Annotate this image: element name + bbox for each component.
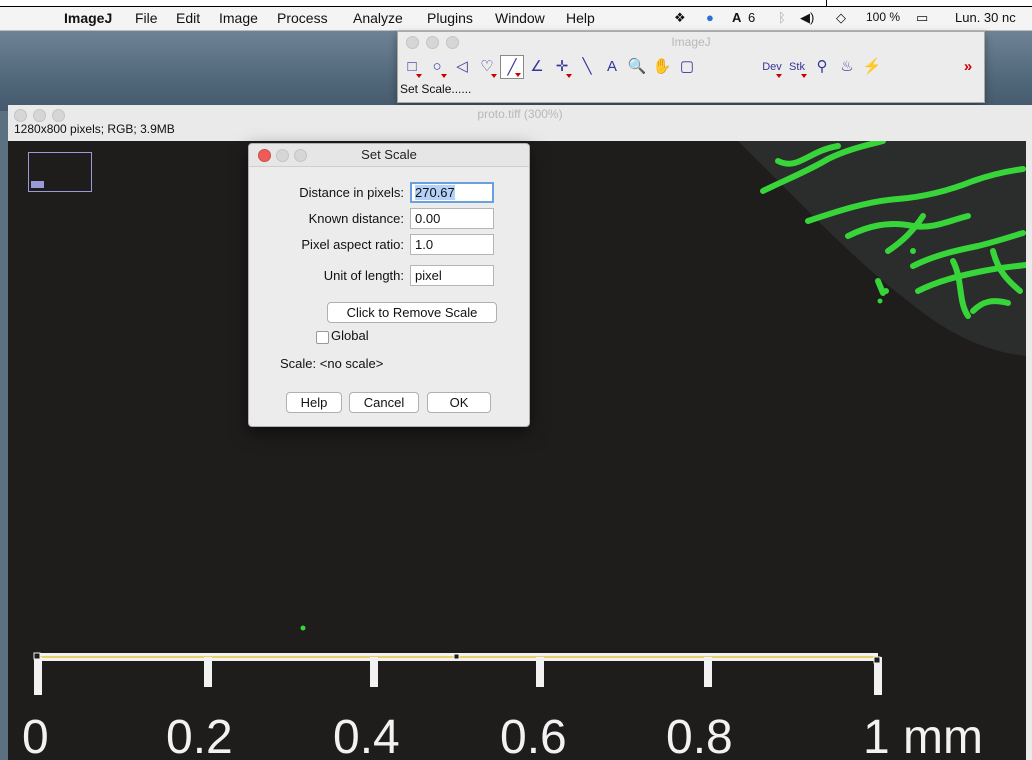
- rectangle-tool-icon[interactable]: □: [400, 55, 424, 79]
- cancel-button[interactable]: Cancel: [349, 392, 419, 413]
- global-checkbox[interactable]: [316, 331, 329, 344]
- known-distance-field[interactable]: 0.00: [410, 208, 494, 229]
- toolbar-title: ImageJ: [671, 35, 711, 49]
- text-tool-icon[interactable]: A: [600, 55, 624, 79]
- menu-help[interactable]: Help: [566, 10, 595, 26]
- toolbar-status: Set Scale......: [400, 82, 472, 96]
- distance-field[interactable]: 270.67: [410, 182, 494, 203]
- scale-label-0: 0: [22, 711, 49, 760]
- image-window-title: proto.tiff (300%): [477, 107, 563, 121]
- scale-label-0-6: 0.6: [500, 711, 567, 760]
- battery-percent: 100 %: [866, 10, 901, 24]
- aspect-ratio-label: Pixel aspect ratio:: [301, 237, 404, 252]
- zoom-overview-viewport: [31, 181, 44, 188]
- menu-analyze[interactable]: Analyze: [353, 10, 403, 26]
- menu-process[interactable]: Process: [277, 10, 328, 26]
- flood-fill-tool-icon[interactable]: ♨: [835, 55, 859, 79]
- minimize-button[interactable]: [426, 36, 439, 49]
- angle-tool-icon[interactable]: ∠: [525, 55, 549, 79]
- unit-field[interactable]: pixel: [410, 265, 494, 286]
- wifi-icon[interactable]: ◇: [836, 10, 846, 26]
- dialog-close-button[interactable]: [258, 149, 271, 162]
- set-scale-dialog: Set Scale Distance in pixels: 270.67 Kno…: [248, 143, 530, 427]
- magnifier-tool-icon[interactable]: 🔍: [625, 55, 649, 79]
- dialog-minimize-button[interactable]: [276, 149, 289, 162]
- color-picker-tool-icon[interactable]: ▢: [675, 55, 699, 79]
- brush-tool-icon[interactable]: ⚲: [810, 55, 834, 79]
- menu-image[interactable]: Image: [219, 10, 258, 26]
- top-rule: [0, 0, 1032, 7]
- clock[interactable]: Lun. 30 nc: [955, 10, 1016, 25]
- hand-tool-icon[interactable]: ✋: [650, 55, 674, 79]
- close-button[interactable]: [14, 109, 27, 122]
- top-rule-tick: [826, 0, 827, 6]
- dropbox-icon[interactable]: ❖: [674, 10, 686, 26]
- menu-edit[interactable]: Edit: [176, 10, 200, 26]
- global-label: Global: [331, 328, 369, 343]
- dialog-title: Set Scale: [249, 144, 529, 167]
- zoom-button[interactable]: [52, 109, 65, 122]
- oval-tool-icon[interactable]: ○: [425, 55, 449, 79]
- scale-bar: [33, 652, 882, 695]
- menubar: ImageJ File Edit Image Process Analyze P…: [0, 7, 1032, 31]
- bluetooth-icon[interactable]: ᛒ: [778, 10, 786, 25]
- help-button[interactable]: Help: [286, 392, 342, 413]
- adobe-count: 6: [748, 10, 756, 25]
- stk-menu-icon[interactable]: Stk: [785, 55, 809, 79]
- ok-button[interactable]: OK: [427, 392, 491, 413]
- volume-icon[interactable]: ◀): [800, 10, 814, 26]
- known-distance-label: Known distance:: [308, 211, 404, 226]
- pencil-tool-icon[interactable]: ⚡: [860, 55, 884, 79]
- distance-label: Distance in pixels:: [299, 185, 404, 200]
- menu-window[interactable]: Window: [495, 10, 545, 26]
- dev-menu-icon[interactable]: Dev: [760, 55, 784, 79]
- scale-status: Scale: <no scale>: [280, 356, 384, 371]
- menu-file[interactable]: File: [135, 10, 158, 26]
- scale-label-0-4: 0.4: [333, 711, 400, 760]
- polygon-tool-icon[interactable]: ◁: [450, 55, 474, 79]
- aspect-ratio-field[interactable]: 1.0: [410, 234, 494, 255]
- zoom-overview[interactable]: [28, 152, 92, 192]
- image-info: 1280x800 pixels; RGB; 3.9MB: [14, 122, 175, 136]
- adobe-icon[interactable]: A: [732, 10, 741, 25]
- wand-tool-icon[interactable]: ╲: [575, 55, 599, 79]
- line-tool-icon[interactable]: ╱: [500, 55, 524, 79]
- scale-label-0-2: 0.2: [166, 711, 233, 760]
- point-tool-icon[interactable]: ✛: [550, 55, 574, 79]
- freehand-tool-icon[interactable]: ♡: [475, 55, 499, 79]
- menu-app[interactable]: ImageJ: [64, 10, 112, 26]
- scale-label-0-8: 0.8: [666, 711, 733, 760]
- menu-plugins[interactable]: Plugins: [427, 10, 473, 26]
- dialog-zoom-button[interactable]: [294, 149, 307, 162]
- minimize-button[interactable]: [33, 109, 46, 122]
- sync-icon[interactable]: ●: [706, 10, 714, 25]
- unit-label: Unit of length:: [323, 268, 404, 283]
- empty-tool-slot[interactable]: [905, 55, 929, 79]
- remove-scale-button[interactable]: Click to Remove Scale: [327, 302, 497, 323]
- zoom-button[interactable]: [446, 36, 459, 49]
- imagej-toolbar-window: ImageJ □ ○ ◁ ♡ ╱ ∠ ✛ ╲ A 🔍 ✋ ▢ Dev Stk ⚲…: [397, 31, 985, 103]
- more-tools-icon[interactable]: »: [956, 55, 980, 79]
- scale-label-1mm: 1 mm: [863, 711, 983, 760]
- empty-tool-slot[interactable]: [930, 55, 954, 79]
- battery-icon[interactable]: ▭: [916, 10, 928, 26]
- close-button[interactable]: [406, 36, 419, 49]
